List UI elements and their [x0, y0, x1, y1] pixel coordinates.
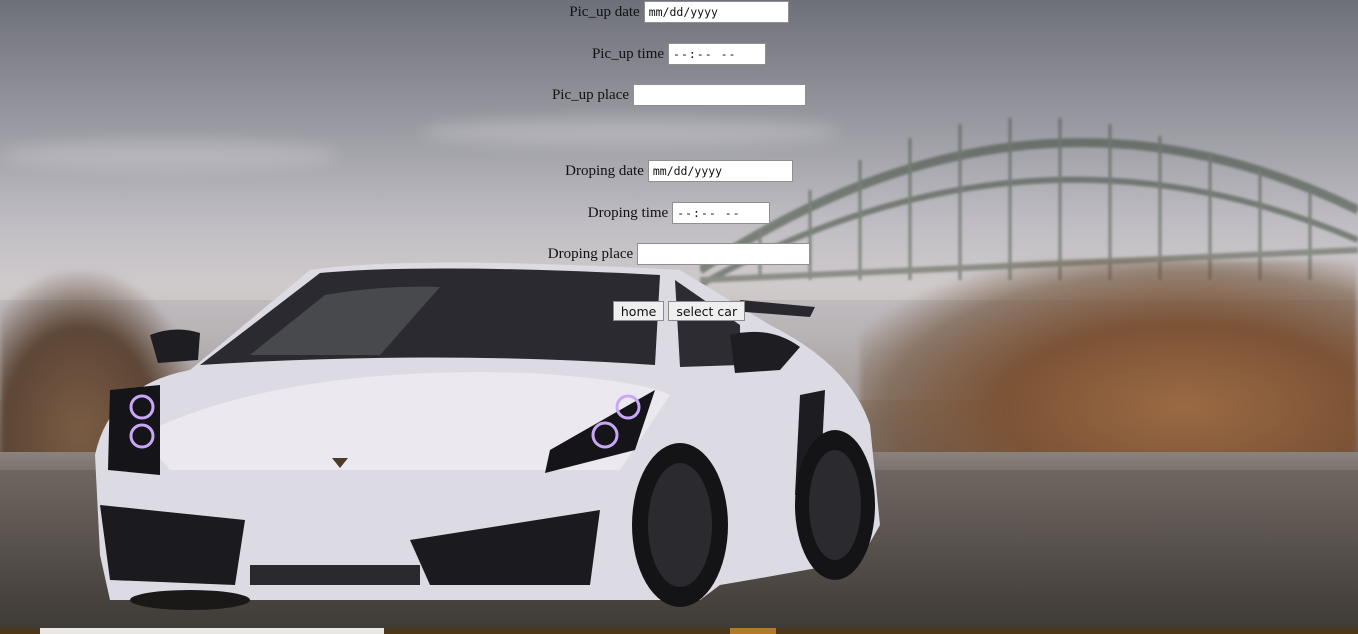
- drop-place-label: Droping place: [547, 245, 634, 262]
- home-button[interactable]: home: [612, 301, 665, 321]
- drop-time-row: Droping time --:-- --: [0, 202, 1358, 224]
- pickup-place-input[interactable]: [633, 84, 807, 106]
- drop-time-label: Droping time: [587, 204, 669, 221]
- button-row: home select car: [0, 301, 1358, 321]
- pickup-date-input[interactable]: mm/dd/yyyy: [643, 1, 789, 23]
- pickup-date-label: Pic_up date: [569, 3, 640, 20]
- select-car-button[interactable]: select car: [668, 301, 746, 321]
- drop-date-input[interactable]: mm/dd/yyyy: [647, 160, 793, 182]
- pickup-place-label: Pic_up place: [551, 86, 630, 103]
- booking-form: Pic_up date mm/dd/yyyy Pic_up time --:--…: [0, 0, 1358, 634]
- pickup-place-row: Pic_up place: [0, 84, 1358, 106]
- pickup-time-input[interactable]: --:-- --: [668, 43, 767, 65]
- drop-place-input[interactable]: [637, 243, 811, 265]
- pickup-time-label: Pic_up time: [591, 45, 665, 62]
- drop-date-label: Droping date: [565, 162, 644, 179]
- drop-time-input[interactable]: --:-- --: [672, 202, 771, 224]
- drop-place-row: Droping place: [0, 243, 1358, 265]
- pickup-time-row: Pic_up time --:-- --: [0, 43, 1358, 65]
- drop-date-row: Droping date mm/dd/yyyy: [0, 160, 1358, 182]
- pickup-date-row: Pic_up date mm/dd/yyyy: [0, 1, 1358, 23]
